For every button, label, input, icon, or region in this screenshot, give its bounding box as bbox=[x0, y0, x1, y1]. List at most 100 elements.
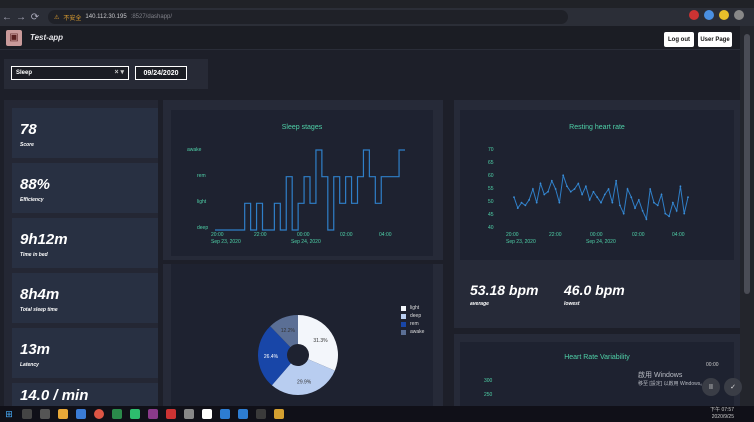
security-warning-icon: ⚠ bbox=[54, 14, 60, 21]
chart-title: Sleep stages bbox=[281, 124, 323, 131]
app-icon[interactable] bbox=[202, 409, 212, 419]
sleep-stats-column: 78 Score 88% Efficiency 9h12m Time in be… bbox=[4, 100, 158, 406]
heart-rate-point bbox=[679, 185, 682, 188]
forward-icon[interactable]: → bbox=[14, 12, 28, 23]
extension-icon-red[interactable] bbox=[689, 10, 699, 20]
heart-rate-point bbox=[539, 182, 542, 185]
url-path: :8527/dashapp/ bbox=[130, 14, 173, 20]
sleep-stages-card: Sleep stages awake rem light deep 20:00 … bbox=[163, 100, 443, 260]
app-icon[interactable] bbox=[148, 409, 158, 419]
scrollbar-thumb[interactable] bbox=[744, 34, 750, 294]
reload-icon[interactable]: ⟳ bbox=[28, 12, 42, 23]
x-tick: 20:00 bbox=[211, 232, 224, 238]
y-tick: 70 bbox=[488, 147, 494, 153]
windows-taskbar: ⊞ 下午 07:57 2020/9/25 bbox=[0, 406, 754, 422]
filter-panel: Sleep × ▾ 09/24/2020 bbox=[4, 59, 208, 89]
date-picker-input[interactable]: 09/24/2020 bbox=[135, 66, 187, 80]
heart-rate-point bbox=[596, 196, 599, 199]
stat-card-latency: 13m Latency bbox=[12, 328, 158, 378]
y-tick: 65 bbox=[488, 160, 494, 166]
heart-rate-point bbox=[645, 218, 648, 220]
user-page-button[interactable]: User Page bbox=[698, 32, 732, 47]
app-title: Test-app bbox=[30, 33, 64, 42]
chevron-down-icon[interactable]: ▾ bbox=[120, 69, 124, 76]
hrv-card: Heart Rate Variability 300 250 bbox=[454, 334, 740, 406]
pause-icon[interactable]: II bbox=[702, 378, 720, 396]
vscode-icon[interactable] bbox=[220, 409, 230, 419]
chrome-icon[interactable] bbox=[94, 409, 104, 419]
search-icon[interactable] bbox=[22, 409, 32, 419]
stat-label: Time in bed bbox=[20, 252, 48, 258]
folder-icon[interactable] bbox=[274, 409, 284, 419]
page-scrollbar[interactable] bbox=[740, 26, 754, 406]
stat-card-rate: 14.0 / min bbox=[12, 383, 158, 406]
extension-icons bbox=[689, 10, 744, 20]
clock-time: 下午 07:57 bbox=[710, 407, 734, 413]
heart-rate-point bbox=[634, 207, 636, 210]
x-tick: 20:00 bbox=[506, 232, 519, 238]
x-tick: 00:00 bbox=[297, 232, 310, 238]
x-date: Sep 23, 2020 bbox=[506, 239, 536, 245]
back-icon[interactable]: ← bbox=[0, 12, 14, 23]
heart-rate-point bbox=[524, 204, 527, 207]
tab-strip bbox=[0, 0, 754, 8]
heart-rate-point bbox=[562, 174, 565, 177]
profile-icon[interactable] bbox=[734, 10, 744, 20]
heart-rate-point bbox=[581, 193, 583, 196]
excel-icon[interactable] bbox=[112, 409, 122, 419]
check-icon[interactable]: ✓ bbox=[724, 378, 742, 396]
sleep-distribution-card: 31.3% 29.9% 26.4% 12.2% light deep rem awak… bbox=[163, 264, 443, 406]
category-dropdown[interactable]: Sleep × ▾ bbox=[11, 66, 129, 80]
url-host: 140.112.30.195 bbox=[85, 14, 127, 20]
y-tick: 60 bbox=[488, 173, 494, 179]
stat-value: 8h4m bbox=[20, 286, 60, 303]
clear-icon[interactable]: × bbox=[114, 69, 118, 76]
activate-windows-subtitle: 移至 [設定] 以啟用 Windows。 bbox=[638, 381, 706, 387]
x-date: Sep 23, 2020 bbox=[211, 239, 241, 245]
heart-rate-point bbox=[637, 199, 640, 201]
stat-card-score: 78 Score bbox=[12, 108, 158, 158]
heart-rate-point bbox=[547, 190, 549, 193]
heart-rate-point bbox=[550, 179, 553, 182]
donut-slice-label: 31.3% bbox=[313, 338, 328, 344]
x-tick: 04:00 bbox=[672, 232, 685, 238]
terminal-icon[interactable] bbox=[256, 409, 266, 419]
vscode-icon[interactable] bbox=[238, 409, 248, 419]
average-hr-label: average bbox=[470, 301, 489, 307]
y-tick: 250 bbox=[484, 392, 493, 398]
logout-button[interactable]: Log out bbox=[664, 32, 694, 47]
x-date: Sep 24, 2020 bbox=[586, 239, 616, 245]
heart-rate-point bbox=[649, 188, 652, 190]
windows-start-icon[interactable]: ⊞ bbox=[0, 406, 18, 422]
heart-rate-point bbox=[520, 201, 523, 204]
app-icon[interactable] bbox=[166, 409, 176, 419]
task-view-icon[interactable] bbox=[40, 409, 50, 419]
heart-rate-point bbox=[516, 207, 519, 210]
y-tick: 55 bbox=[488, 186, 494, 192]
app-logo-icon: ▣ bbox=[6, 29, 22, 46]
edge-icon[interactable] bbox=[76, 409, 86, 419]
y-tick: deep bbox=[197, 225, 209, 231]
stat-value: 88% bbox=[20, 176, 51, 193]
system-clock[interactable]: 下午 07:57 2020/9/25 bbox=[710, 407, 734, 421]
file-explorer-icon[interactable] bbox=[58, 409, 68, 419]
heart-rate-point bbox=[619, 204, 621, 207]
heart-rate-point bbox=[584, 185, 587, 188]
y-tick: 300 bbox=[484, 378, 493, 384]
heart-rate-card: Resting heart rate 70 65 60 55 50 45 40 … bbox=[454, 100, 740, 328]
extension-icon-blue[interactable] bbox=[704, 10, 714, 20]
heart-rate-point bbox=[573, 188, 576, 190]
heart-rate-point bbox=[554, 188, 557, 190]
legend-swatch bbox=[401, 329, 406, 335]
url-warning: 不安全 bbox=[63, 15, 82, 22]
browser-toolbar: ← → ⟳ ⚠ 不安全 140.112.30.195:8527/dashapp/ bbox=[0, 0, 754, 26]
stat-card-time-in-bed: 9h12m Time in bed bbox=[12, 218, 158, 268]
url-bar[interactable]: ⚠ 不安全 140.112.30.195:8527/dashapp/ bbox=[48, 10, 568, 24]
heart-rate-point bbox=[603, 193, 606, 196]
app-icon[interactable] bbox=[184, 409, 194, 419]
line-icon[interactable] bbox=[130, 409, 140, 419]
heart-rate-point bbox=[600, 201, 602, 204]
x-tick: 22:00 bbox=[254, 232, 267, 238]
extension-icon-yellow[interactable] bbox=[719, 10, 729, 20]
app-header: ▣ Test-app bbox=[0, 26, 740, 50]
